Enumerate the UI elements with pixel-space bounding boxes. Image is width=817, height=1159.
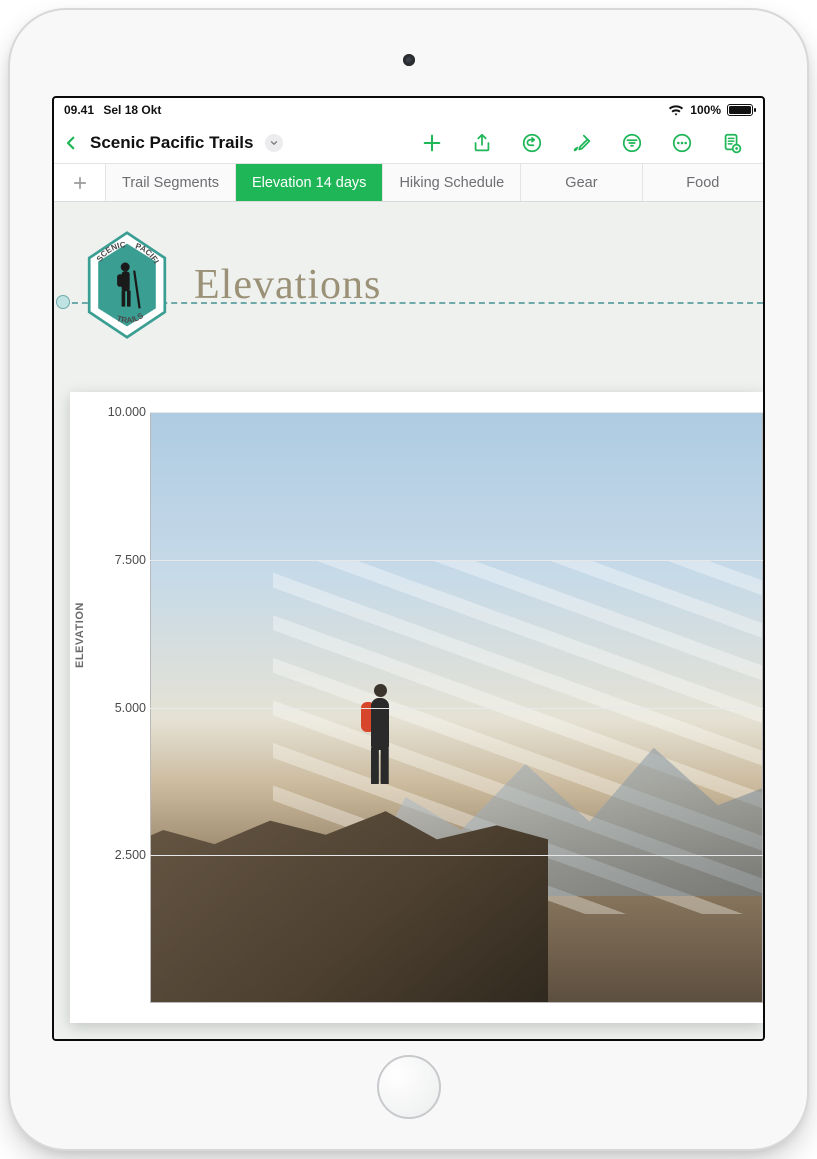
tab-food[interactable]: Food (643, 164, 763, 201)
share-icon (471, 132, 493, 154)
sheet-tabs: Trail Segments Elevation 14 days Hiking … (54, 164, 763, 202)
filter-icon (621, 132, 643, 154)
document-menu-button[interactable] (265, 134, 283, 152)
plus-icon (421, 132, 443, 154)
ytick-2500: 2.500 (102, 848, 146, 862)
document-settings-button[interactable] (709, 125, 755, 161)
ellipsis-circle-icon (671, 132, 693, 154)
page-title: Elevations (194, 261, 381, 309)
sheet-canvas[interactable]: SCENIC PACIFIC TRAILS Elevations ELEVATI… (54, 202, 763, 1039)
paintbrush-icon (571, 132, 593, 154)
organize-button[interactable] (609, 125, 655, 161)
add-sheet-button[interactable] (54, 164, 106, 201)
tab-trail-segments[interactable]: Trail Segments (106, 164, 236, 201)
format-button[interactable] (559, 125, 605, 161)
tab-elevation-14-days[interactable]: Elevation 14 days (236, 164, 383, 201)
ipad-device-frame: 09.41 Sel 18 Okt 100% Scenic Pacific Tra… (10, 10, 807, 1149)
toolbar: Scenic Pacific Trails (54, 122, 763, 164)
chevron-down-icon (269, 138, 279, 148)
screen: 09.41 Sel 18 Okt 100% Scenic Pacific Tra… (52, 96, 765, 1041)
battery-icon (727, 104, 753, 116)
plus-icon (71, 174, 89, 192)
tab-label: Hiking Schedule (399, 175, 504, 191)
doc-settings-icon (721, 132, 743, 154)
tab-label: Trail Segments (122, 175, 219, 191)
tab-gear[interactable]: Gear (521, 164, 642, 201)
battery-percent: 100% (690, 103, 721, 117)
ytick-7500: 7.500 (102, 553, 146, 567)
ytick-5000: 5.000 (102, 701, 146, 715)
selection-handle[interactable] (56, 295, 70, 309)
hiker-figure (359, 680, 403, 790)
insert-button[interactable] (409, 125, 455, 161)
front-camera (403, 54, 415, 66)
wifi-icon (668, 102, 684, 118)
status-time: 09.41 (64, 103, 94, 117)
tab-label: Gear (565, 175, 597, 191)
more-button[interactable] (659, 125, 705, 161)
back-button[interactable] (62, 134, 80, 152)
share-button[interactable] (459, 125, 505, 161)
home-button[interactable] (377, 1055, 441, 1119)
elevation-chart[interactable]: ELEVATION 10.000 (70, 392, 763, 1023)
plot-area: 10.000 7.500 5.000 2.500 (150, 412, 763, 1003)
document-title[interactable]: Scenic Pacific Trails (90, 133, 253, 153)
status-bar: 09.41 Sel 18 Okt 100% (54, 98, 763, 122)
ytick-10000: 10.000 (102, 405, 146, 419)
y-axis-label: ELEVATION (74, 602, 86, 668)
status-date: Sel 18 Okt (103, 103, 161, 117)
undo-icon (521, 132, 543, 154)
undo-button[interactable] (509, 125, 555, 161)
scenic-pacific-trails-logo: SCENIC PACIFIC TRAILS (82, 230, 172, 340)
tab-label: Elevation 14 days (252, 175, 366, 191)
page-header: SCENIC PACIFIC TRAILS Elevations (82, 230, 763, 340)
tab-label: Food (686, 175, 719, 191)
tab-hiking-schedule[interactable]: Hiking Schedule (383, 164, 521, 201)
